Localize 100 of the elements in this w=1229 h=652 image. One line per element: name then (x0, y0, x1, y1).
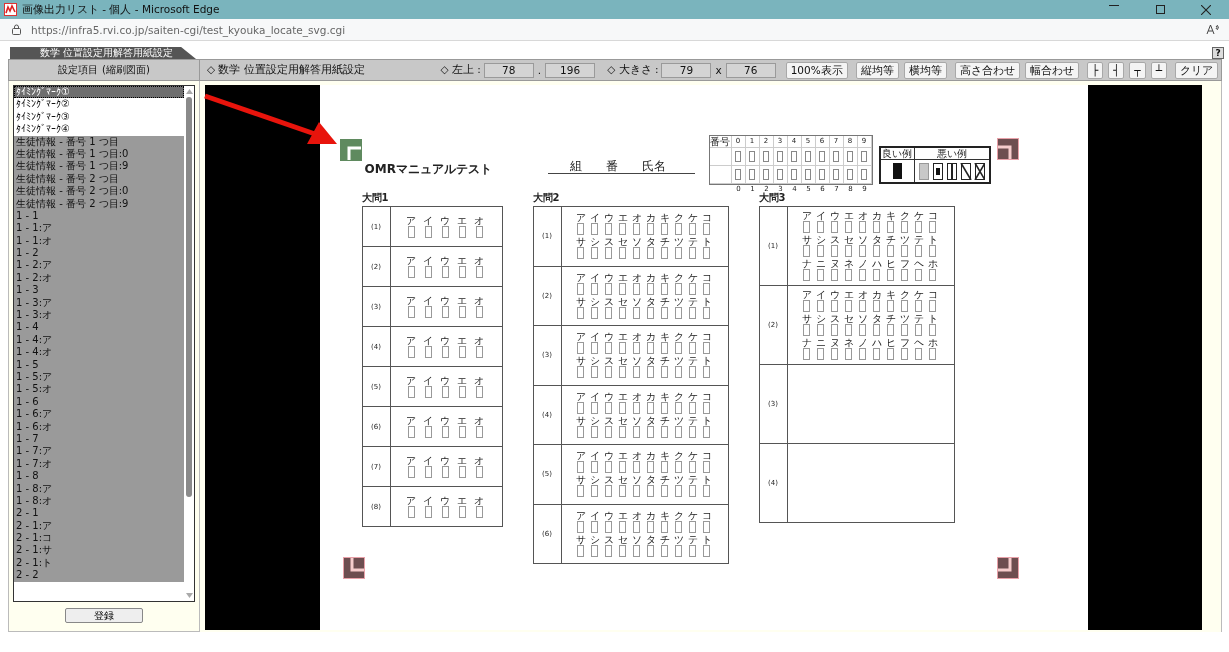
answer-bubble (887, 269, 894, 281)
choice-label: セ (616, 475, 629, 486)
choice-label: ソ (630, 534, 643, 545)
list-item[interactable]: 1 - 5:オ (14, 383, 184, 396)
position-label: ◇ 左上 : (440, 63, 481, 77)
answer-bubble (915, 245, 922, 257)
list-item[interactable]: 2 - 2 (14, 569, 184, 582)
toolbar-button[interactable]: ┴ (1150, 61, 1167, 79)
choice-label: タ (870, 314, 883, 324)
list-item[interactable]: ﾀｲﾐﾝｸﾞﾏｰｸ③ (14, 110, 184, 124)
answer-bubble (605, 366, 612, 379)
answer-bubble (859, 324, 866, 336)
timing-mark-icon[interactable] (339, 139, 362, 161)
choice-label: ク (672, 332, 685, 343)
answer-bubble (915, 324, 922, 336)
toolbar-button[interactable]: 幅合わせ (1024, 61, 1079, 79)
answer-bubble (661, 544, 668, 557)
list-item[interactable]: 1 - 4:オ (14, 346, 184, 359)
list-item[interactable]: 1 - 2:ア (14, 259, 184, 272)
answer-bubble (661, 485, 668, 498)
choice-label: サ (574, 415, 587, 426)
timing-mark-icon[interactable] (996, 557, 1019, 579)
width-field[interactable]: 79 (661, 62, 712, 78)
choice-label: ウ (439, 495, 451, 506)
choice-label: フ (898, 259, 911, 269)
toolbar-button[interactable]: 100%表示 (785, 61, 848, 79)
choice-label: ツ (672, 296, 685, 307)
choice-label: ナ (800, 259, 813, 269)
read-aloud-icon[interactable] (1206, 24, 1219, 35)
list-item[interactable]: 1 - 2 (14, 247, 184, 260)
register-button[interactable]: 登録 (65, 608, 143, 623)
choice-label: フ (898, 338, 911, 348)
answer-bubble (689, 520, 696, 533)
choice-label: エ (616, 272, 629, 283)
choice-label: カ (870, 290, 883, 300)
toolbar-button[interactable]: クリア (1175, 61, 1218, 79)
toolbar-button[interactable]: 高さ合わせ (954, 61, 1020, 79)
list-item[interactable]: ﾀｲﾐﾝｸﾞﾏｰｸ④ (14, 123, 184, 136)
choice-label: ツ (898, 314, 911, 324)
choice-label: キ (658, 451, 671, 462)
answer-bubble (845, 269, 852, 281)
answer-bubble (831, 324, 838, 336)
toolbar-button[interactable]: ┬ (1129, 61, 1146, 79)
toolbar-button[interactable]: ┤ (1108, 61, 1125, 79)
x-field[interactable]: 78 (483, 62, 534, 78)
list-item[interactable]: 1 - 3 (14, 284, 184, 297)
height-field[interactable]: 76 (725, 62, 776, 78)
answer-bubble (929, 300, 936, 312)
list-item[interactable]: 2 - 1:サ (14, 544, 184, 557)
answer-bubble (803, 300, 810, 312)
list-item[interactable]: 1 - 6:ア (14, 408, 184, 421)
list-item[interactable]: 1 - 4 (14, 321, 184, 334)
choice-label: ス (602, 356, 615, 367)
list-item[interactable]: ﾀｲﾐﾝｸﾞﾏｰｸ② (14, 98, 184, 111)
answer-bubble (407, 305, 415, 318)
answer-bubble (407, 465, 415, 478)
list-item[interactable]: 1 - 3:オ (14, 309, 184, 322)
choice-label: キ (658, 272, 671, 283)
answer-bubble (791, 169, 797, 180)
choice-label: セ (616, 415, 629, 426)
page-tab[interactable]: 数学 位置設定用解答用紙設定 (10, 47, 196, 59)
list-item[interactable]: 1 - 1:ア (14, 222, 184, 235)
toolbar-button[interactable]: 縦均等 (855, 61, 899, 79)
list-item[interactable]: 2 - 1:コ (14, 532, 184, 545)
toolbar-button[interactable]: 横均等 (903, 61, 947, 79)
choice-label: ク (672, 213, 685, 224)
timing-mark-icon[interactable] (342, 557, 365, 579)
list-item[interactable]: 生徒情報 - 番号 1 つ目:9 (14, 160, 184, 173)
list-item[interactable]: ﾀｲﾐﾝｸﾞﾏｰｸ① (14, 86, 184, 99)
answer-bubble (441, 305, 449, 318)
help-button[interactable]: ? (1212, 47, 1224, 59)
toolbar-button[interactable]: ├ (1086, 61, 1103, 79)
choice-label: イ (588, 332, 601, 343)
lock-icon[interactable] (12, 24, 21, 35)
answer-bubble (577, 306, 584, 319)
answer-bubble (619, 461, 626, 474)
answer-bubble (605, 342, 612, 355)
answer-bubble (475, 385, 483, 398)
maximize-icon[interactable] (1155, 4, 1165, 14)
choice-label: サ (574, 475, 587, 486)
list-item[interactable]: 生徒情報 - 番号 2 つ目:0 (14, 185, 184, 198)
list-item[interactable]: 1 - 8 (14, 470, 184, 483)
timing-mark-icon[interactable] (996, 138, 1019, 160)
y-field[interactable]: 196 (545, 62, 596, 78)
choice-label: イ (422, 375, 434, 386)
answer-bubble (407, 425, 415, 438)
list-item[interactable]: 2 - 1 (14, 507, 184, 520)
choice-label: キ (658, 510, 671, 521)
answer-bubble (591, 342, 598, 355)
choice-label: イ (422, 335, 434, 346)
list-item[interactable]: 生徒情報 - 番号 1 つ目 (14, 135, 184, 148)
answer-bubble (915, 300, 922, 312)
answer-bubble (458, 465, 466, 478)
panel-header-note: (縮刷図面) (102, 63, 150, 77)
close-icon[interactable] (1201, 4, 1211, 15)
answer-bubble (675, 544, 682, 557)
list-item[interactable]: 1 - 7:ア (14, 445, 184, 458)
minimize-icon[interactable] (1109, 4, 1119, 6)
number-grid-label: 番号 (709, 136, 732, 148)
choice-label: タ (870, 235, 883, 245)
